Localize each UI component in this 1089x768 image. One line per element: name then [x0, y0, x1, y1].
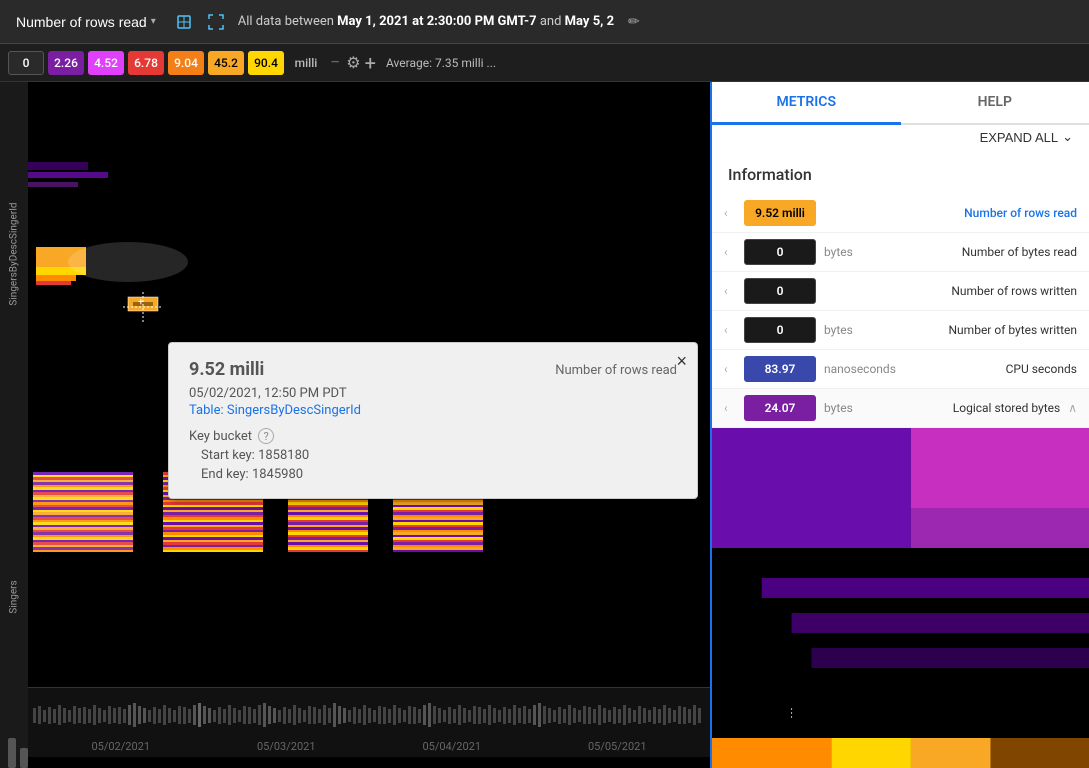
metric-name-3[interactable]: Number of bytes written [861, 323, 1077, 337]
metric-name-2[interactable]: Number of rows written [832, 284, 1077, 298]
expand-all-button[interactable]: EXPAND ALL ⌄ [980, 129, 1073, 145]
logical-section-header: ‹ 24.07 bytes Logical stored bytes ∧ [712, 389, 1089, 428]
info-panel: Information ‹ 9.52 milli Number of rows … [712, 153, 1089, 768]
sidebar-scrollbar-2[interactable] [20, 748, 28, 768]
timeline-area: 05/02/2021 05/03/2021 05/04/2021 05/05/2… [28, 687, 710, 757]
legend-bar: 0 2.26 4.52 6.78 9.04 45.2 90.4 milli − … [0, 44, 1089, 82]
metric-badge-4: 83.97 [744, 356, 816, 382]
header-bar: Number of rows read ▾ All data between M… [0, 0, 1089, 44]
header-icons [172, 10, 228, 34]
legend-chip-5[interactable]: 45.2 [208, 51, 244, 75]
metric-chevron-0[interactable]: ‹ [724, 206, 736, 220]
metric-unit-3: bytes [824, 323, 853, 337]
legend-settings-icon[interactable]: ⚙ [346, 53, 360, 72]
legend-minus[interactable]: − [330, 52, 340, 73]
metric-badge-3: 0 [744, 317, 816, 343]
section-unit: bytes [824, 401, 853, 415]
metric-chevron-4[interactable]: ‹ [724, 362, 736, 376]
info-header: Information [712, 165, 1089, 194]
main-area: SingersByDescSingerId Singers [0, 82, 1089, 768]
metric-name-4[interactable]: CPU seconds [904, 362, 1077, 376]
metric-badge-1: 0 [744, 239, 816, 265]
sidebar-scrollbar-1[interactable] [8, 738, 16, 768]
metric-name-1[interactable]: Number of bytes read [861, 245, 1077, 259]
left-panel: SingersByDescSingerId Singers [0, 82, 710, 768]
timeline-label-4: 05/05/2021 [588, 740, 647, 753]
legend-avg: Average: 7.35 milli ... [386, 56, 496, 70]
tooltip-close-button[interactable]: × [676, 351, 687, 372]
tooltip-start-key: Start key: 1858180 [189, 448, 677, 463]
chart-container: SingersByDescSingerId Singers [0, 82, 710, 768]
legend-chip-1[interactable]: 2.26 [48, 51, 84, 75]
expand-icon[interactable] [204, 10, 228, 34]
metric-name-0[interactable]: Number of rows read [832, 206, 1077, 220]
timeline-label-2: 05/03/2021 [257, 740, 316, 753]
y-label-singers-by-desc: SingersByDescSingerId [9, 202, 20, 305]
expand-all-row: EXPAND ALL ⌄ [712, 125, 1089, 153]
tooltip-end-key: End key: 1845980 [189, 467, 677, 482]
metric-row-1: ‹ 0 bytes Number of bytes read [712, 233, 1089, 272]
metric-unit-1: bytes [824, 245, 853, 259]
tooltip-table: Table: SingersByDescSingerId [189, 403, 677, 418]
tooltip-table-value[interactable]: SingersByDescSingerId [227, 403, 361, 418]
chart-area[interactable]: + × 9.52 milli Number of rows read 05/02… [28, 82, 710, 768]
section-badge: 24.07 [744, 395, 816, 421]
y-label-singers: Singers [9, 580, 20, 613]
metric-selector[interactable]: Number of rows read ▾ [10, 10, 162, 34]
metric-badge-2: 0 [744, 278, 816, 304]
metric-unit-4: nanoseconds [824, 362, 896, 376]
legend-chip-4[interactable]: 9.04 [168, 51, 204, 75]
timeline-label-1: 05/02/2021 [91, 740, 150, 753]
legend-unit: milli [288, 51, 324, 75]
legend-chip-2[interactable]: 4.52 [88, 51, 124, 75]
metric-selector-chevron: ▾ [151, 16, 156, 27]
metric-chevron-2[interactable]: ‹ [724, 284, 736, 298]
legend-add-icon[interactable]: + [365, 51, 376, 75]
edit-icon[interactable]: ✏ [628, 14, 640, 30]
svg-text:+: + [138, 297, 144, 308]
metric-selector-label: Number of rows read [16, 14, 147, 30]
metric-row-4: ‹ 83.97 nanoseconds CPU seconds [712, 350, 1089, 389]
right-panel: METRICS HELP EXPAND ALL ⌄ Information ‹ … [710, 82, 1089, 768]
date-range: All data between May 1, 2021 at 2:30:00 … [238, 14, 614, 29]
metric-row-3: ‹ 0 bytes Number of bytes written [712, 311, 1089, 350]
right-heatmap[interactable]: + [712, 428, 1089, 768]
section-chevron[interactable]: ‹ [724, 401, 736, 415]
metric-chevron-3[interactable]: ‹ [724, 323, 736, 337]
tooltip-value: 9.52 milli [189, 359, 264, 380]
heatmap-bottom-svg: // Will be rendered as static SVG lines … [28, 472, 710, 687]
section-name[interactable]: Logical stored bytes [861, 401, 1060, 415]
metric-row-2: ‹ 0 Number of rows written [712, 272, 1089, 311]
timeline-label-3: 05/04/2021 [422, 740, 481, 753]
crop-icon[interactable] [172, 10, 196, 34]
metric-chevron-1[interactable]: ‹ [724, 245, 736, 259]
legend-chip-0[interactable]: 0 [8, 51, 44, 75]
tooltip-metric: Number of rows read [555, 363, 677, 378]
tooltip-key-bucket: Key bucket ? [189, 428, 677, 444]
tab-help[interactable]: HELP [901, 82, 1089, 125]
legend-chip-6[interactable]: 90.4 [248, 51, 284, 75]
tab-metrics[interactable]: METRICS [712, 82, 901, 125]
tooltip-help-icon[interactable]: ? [258, 428, 274, 444]
tooltip-date: 05/02/2021, 12:50 PM PDT [189, 386, 677, 401]
tooltip-overlay: × 9.52 milli Number of rows read 05/02/2… [168, 342, 698, 499]
tabs: METRICS HELP [712, 82, 1089, 125]
section-expand-icon[interactable]: ∧ [1068, 401, 1077, 415]
metric-badge-0: 9.52 milli [744, 200, 816, 226]
left-sidebar: SingersByDescSingerId Singers [0, 82, 28, 768]
legend-chip-3[interactable]: 6.78 [128, 51, 164, 75]
timeline-labels: 05/02/2021 05/03/2021 05/04/2021 05/05/2… [28, 740, 710, 753]
metric-row-0: ‹ 9.52 milli Number of rows read [712, 194, 1089, 233]
